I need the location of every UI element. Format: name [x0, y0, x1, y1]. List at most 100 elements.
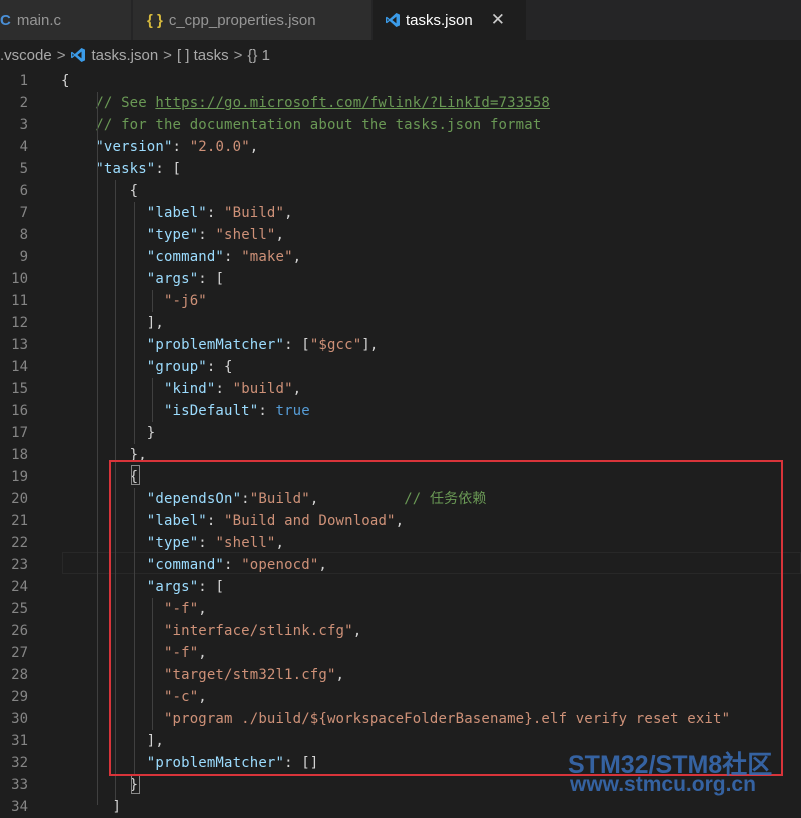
code-text[interactable]: }: [61, 422, 155, 444]
code-line[interactable]: 28 "target/stm32l1.cfg",: [0, 664, 801, 686]
line-number: 15: [11, 381, 28, 397]
line-number: 8: [19, 227, 28, 243]
code-text[interactable]: {: [61, 180, 138, 202]
code-line[interactable]: 25 "-f",: [0, 598, 801, 620]
code-line[interactable]: 8 "type": "shell",: [0, 224, 801, 246]
code-line[interactable]: 24 "args": [: [0, 576, 801, 598]
indent-guide: [115, 180, 116, 800]
code-line[interactable]: 26 "interface/stlink.cfg",: [0, 620, 801, 642]
code-text[interactable]: "args": [: [61, 576, 224, 598]
chevron-right-icon: >: [233, 46, 243, 64]
code-text[interactable]: "program ./build/${workspaceFolderBasena…: [61, 708, 730, 730]
code-line[interactable]: 7 "label": "Build",: [0, 202, 801, 224]
code-text[interactable]: "type": "shell",: [61, 532, 284, 554]
code-text[interactable]: "tasks": [: [61, 158, 181, 180]
code-line[interactable]: 11 "-j6": [0, 290, 801, 312]
code-line[interactable]: 5 "tasks": [: [0, 158, 801, 180]
code-line[interactable]: 6 {: [0, 180, 801, 202]
indent-guide: [134, 202, 135, 444]
indent-guide: [97, 92, 98, 805]
code-line[interactable]: 30 "program ./build/${workspaceFolderBas…: [0, 708, 801, 730]
code-text[interactable]: "problemMatcher": []: [61, 752, 318, 774]
code-text[interactable]: "problemMatcher": ["$gcc"],: [61, 334, 379, 356]
code-line[interactable]: 13 "problemMatcher": ["$gcc"],: [0, 334, 801, 356]
code-line[interactable]: 9 "command": "make",: [0, 246, 801, 268]
line-number: 28: [11, 667, 28, 683]
code-text[interactable]: "label": "Build",: [61, 202, 293, 224]
indent-guide: [152, 598, 153, 730]
code-line[interactable]: 14 "group": {: [0, 356, 801, 378]
line-number: 19: [11, 469, 28, 485]
breadcrumb-tasks-array[interactable]: [ ] tasks: [177, 47, 229, 64]
code-line[interactable]: 19 {: [0, 466, 801, 488]
code-text[interactable]: "version": "2.0.0",: [61, 136, 258, 158]
chevron-right-icon: >: [56, 46, 66, 64]
line-number: 21: [11, 513, 28, 529]
code-editor[interactable]: 1{2 // See https://go.microsoft.com/fwli…: [0, 70, 801, 815]
tab-main-c[interactable]: C main.c: [0, 0, 132, 40]
code-text[interactable]: ],: [61, 730, 164, 752]
code-line[interactable]: 4 "version": "2.0.0",: [0, 136, 801, 158]
close-icon[interactable]: ✕: [491, 10, 505, 30]
code-line[interactable]: 1{: [0, 70, 801, 92]
code-line[interactable]: 27 "-f",: [0, 642, 801, 664]
code-line[interactable]: 3 // for the documentation about the tas…: [0, 114, 801, 136]
line-number: 18: [11, 447, 28, 463]
line-number: 24: [11, 579, 28, 595]
breadcrumb-tasks-json[interactable]: tasks.json: [91, 47, 158, 64]
code-text[interactable]: "interface/stlink.cfg",: [61, 620, 361, 642]
code-line[interactable]: 12 ],: [0, 312, 801, 334]
code-text[interactable]: // for the documentation about the tasks…: [61, 114, 541, 136]
code-line[interactable]: 21 "label": "Build and Download",: [0, 510, 801, 532]
code-text[interactable]: },: [61, 444, 147, 466]
tab-bar: C main.c { } c_cpp_properties.json tasks…: [0, 0, 801, 40]
line-number: 2: [19, 95, 28, 111]
vscode-icon: [386, 13, 400, 27]
code-line[interactable]: 15 "kind": "build",: [0, 378, 801, 400]
breadcrumb-vscode-folder[interactable]: .vscode: [0, 47, 52, 64]
line-number: 6: [19, 183, 28, 199]
line-number: 23: [11, 557, 28, 573]
line-number: 27: [11, 645, 28, 661]
code-text[interactable]: // See https://go.microsoft.com/fwlink/?…: [61, 92, 550, 114]
chevron-right-icon: >: [163, 46, 172, 64]
code-text[interactable]: {: [61, 70, 70, 92]
code-text[interactable]: "isDefault": true: [61, 400, 310, 422]
code-line[interactable]: 17 }: [0, 422, 801, 444]
code-line[interactable]: 20 "dependsOn":"Build", // 任务依赖: [0, 488, 801, 510]
line-number: 16: [11, 403, 28, 419]
tab-c-cpp-properties[interactable]: { } c_cpp_properties.json: [133, 0, 372, 40]
code-text[interactable]: "label": "Build and Download",: [61, 510, 404, 532]
code-text[interactable]: "dependsOn":"Build", // 任务依赖: [61, 488, 487, 510]
line-number: 14: [11, 359, 28, 375]
line-number: 26: [11, 623, 28, 639]
indent-guide: [134, 488, 135, 774]
code-text[interactable]: "target/stm32l1.cfg",: [61, 664, 344, 686]
c-file-icon: C: [0, 11, 11, 29]
code-text[interactable]: {: [61, 466, 138, 488]
code-text[interactable]: "args": [: [61, 268, 224, 290]
code-text[interactable]: "group": {: [61, 356, 233, 378]
indent-guide: [152, 290, 153, 312]
code-line[interactable]: 10 "args": [: [0, 268, 801, 290]
line-number: 30: [11, 711, 28, 727]
line-number: 32: [11, 755, 28, 771]
code-line[interactable]: 16 "isDefault": true: [0, 400, 801, 422]
code-text[interactable]: "type": "shell",: [61, 224, 284, 246]
code-text[interactable]: ],: [61, 312, 164, 334]
breadcrumb-object-1[interactable]: {} 1: [247, 47, 270, 64]
code-line[interactable]: 29 "-c",: [0, 686, 801, 708]
breadcrumb: .vscode > tasks.json > [ ] tasks > {} 1: [0, 40, 801, 70]
code-line[interactable]: 2 // See https://go.microsoft.com/fwlink…: [0, 92, 801, 114]
code-line[interactable]: 18 },: [0, 444, 801, 466]
code-line[interactable]: 34 ]: [0, 796, 801, 818]
code-text[interactable]: }: [61, 774, 138, 796]
line-number: 3: [19, 117, 28, 133]
tab-tasks-json[interactable]: tasks.json ✕: [373, 0, 527, 40]
line-number: 25: [11, 601, 28, 617]
code-line[interactable]: 22 "type": "shell",: [0, 532, 801, 554]
tab-label: c_cpp_properties.json: [168, 11, 316, 29]
code-text[interactable]: ]: [61, 796, 121, 818]
line-number: 22: [11, 535, 28, 551]
current-line-highlight: [62, 552, 801, 574]
